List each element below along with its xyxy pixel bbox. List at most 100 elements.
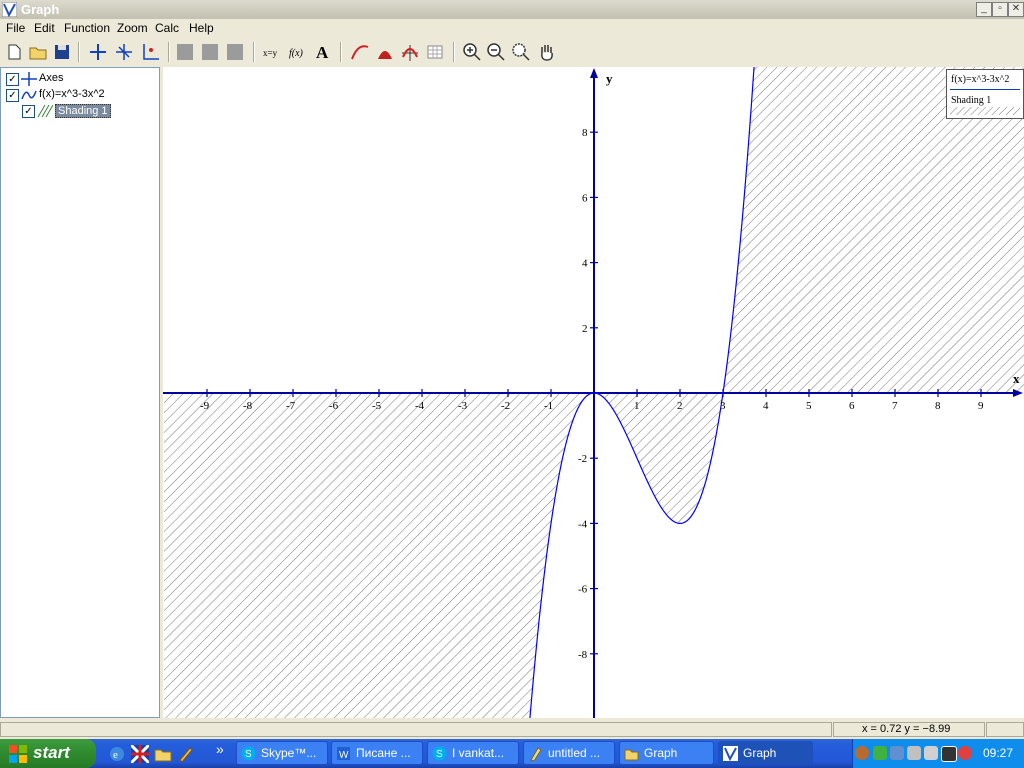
x-tick-label: -8 (243, 400, 253, 412)
x-tick-label: 5 (806, 400, 812, 412)
y-axis-arrow (590, 68, 598, 78)
axes-tool-icon[interactable] (87, 41, 109, 63)
legend[interactable]: f(x)=x^3-3x^2 Shading 1 (946, 69, 1024, 119)
save-icon[interactable] (51, 41, 73, 63)
legend-function-swatch (950, 89, 1020, 90)
function-list-panel: ✓ Axes ✓ f(x)=x^3-3x^2 ✓ Shading 1 (0, 67, 160, 718)
close-button[interactable]: ✕ (1008, 2, 1024, 17)
insert-function-icon[interactable]: f(x) (287, 41, 309, 63)
taskbar-button-label: Graph (644, 746, 678, 760)
quicklaunch-chevron[interactable]: » (216, 741, 224, 757)
x-tick-label: -9 (200, 400, 210, 412)
tree-item-axes[interactable]: ✓ Axes (5, 71, 155, 87)
x-tick-label: 9 (978, 400, 984, 412)
tree-item-label: Axes (39, 72, 64, 84)
x-tick-label: 6 (849, 400, 855, 412)
y-tick-label: -2 (578, 453, 587, 465)
insert-label-icon[interactable]: A (312, 41, 334, 63)
tray-app-icon[interactable] (941, 746, 957, 762)
x-tick-label: -5 (372, 400, 382, 412)
y-tick-label: 6 (582, 192, 588, 204)
menu-zoom[interactable]: Zoom (117, 21, 148, 35)
tray-collapse-icon[interactable] (855, 746, 869, 760)
menu-edit[interactable]: Edit (34, 21, 55, 35)
clock: 09:27 (982, 746, 1013, 760)
skype-chat-icon: S (432, 746, 447, 761)
ie-icon[interactable]: e (108, 745, 126, 763)
taskbar-button-graph-app[interactable]: Graph (718, 741, 813, 765)
y-tick-label: 4 (582, 258, 588, 270)
x-tick-label: -2 (501, 400, 510, 412)
status-pane-extra (986, 722, 1024, 737)
new-file-icon[interactable] (3, 41, 25, 63)
notepad-pencil-icon[interactable] (177, 745, 195, 763)
graph-plot[interactable]: -9 -8 -7 -6 -5 -4 -3 -2 -1 1 2 3 4 5 6 7 8 9 8 6 4 2 -2 -4 -6 -8 x… (163, 67, 1024, 718)
graph-app-icon (2, 2, 17, 17)
insert-tangent-icon[interactable] (349, 41, 371, 63)
legend-shading-label: Shading 1 (951, 95, 992, 106)
y-axis-label: y (606, 71, 613, 86)
shading-icon (37, 104, 53, 118)
shading-checkbox[interactable]: ✓ (22, 105, 35, 118)
tray-network-icon[interactable] (890, 746, 904, 760)
disabled-tool-icon (202, 44, 218, 60)
menu-bar: File Edit Function Zoom Calc Help (0, 19, 1024, 37)
paint-icon (530, 747, 542, 761)
grid-axes-icon[interactable] (113, 41, 135, 63)
tray-chrome-icon[interactable] (958, 746, 972, 760)
svg-text:A: A (316, 43, 329, 62)
menu-calc[interactable]: Calc (155, 21, 179, 35)
svg-text:x=y: x=y (263, 48, 278, 58)
curve-icon (21, 90, 37, 100)
tray-security-icon[interactable] (873, 746, 887, 760)
disabled-tool-icon (177, 44, 193, 60)
language-flag-icon[interactable] (131, 745, 149, 763)
graph-canvas[interactable]: -9 -8 -7 -6 -5 -4 -3 -2 -1 1 2 3 4 5 6 7 8 9 8 6 4 2 -2 -4 -6 -8 x… (163, 67, 1024, 718)
folder-icon[interactable] (154, 745, 172, 763)
insert-shading-icon[interactable] (374, 41, 396, 63)
x-tick-label: 4 (763, 400, 769, 412)
taskbar-button-paint[interactable]: untitled ... (523, 741, 615, 765)
function-checkbox[interactable]: ✓ (6, 89, 19, 102)
menu-function[interactable]: Function (64, 21, 110, 35)
maximize-button[interactable]: ▫ (992, 2, 1008, 17)
taskbar-button-label: Graph (743, 746, 777, 760)
move-hand-icon[interactable] (536, 41, 558, 63)
insert-point-icon[interactable] (139, 41, 161, 63)
axes-checkbox[interactable]: ✓ (6, 73, 19, 86)
title-bar: Graph _ ▫ ✕ (0, 0, 1024, 19)
x-tick-label: -7 (286, 400, 296, 412)
zoom-out-icon[interactable] (485, 41, 507, 63)
svg-text:W: W (339, 750, 349, 761)
start-button[interactable]: start (0, 739, 96, 768)
table-icon[interactable] (424, 41, 446, 63)
folder-icon (624, 749, 639, 761)
menu-file[interactable]: File (6, 21, 25, 35)
taskbar-button-skype[interactable]: S Skype™... (236, 741, 328, 765)
svg-text:f(x): f(x) (289, 48, 304, 59)
y-tick-label: 2 (582, 323, 588, 335)
x-tick-label: 7 (892, 400, 898, 412)
zoom-in-icon[interactable] (461, 41, 483, 63)
zoom-window-icon[interactable] (510, 41, 532, 63)
x-tick-label: 2 (677, 400, 683, 412)
skype-icon: S (241, 746, 256, 761)
taskbar-button-label: I vankat... (452, 746, 505, 760)
y-tick-label: -8 (578, 649, 588, 661)
point-series-icon[interactable]: x=y (261, 41, 283, 63)
tray-app-icon[interactable] (924, 746, 938, 760)
menu-help[interactable]: Help (189, 21, 214, 35)
document-icon: W (337, 747, 350, 761)
insert-relation-icon[interactable] (399, 41, 421, 63)
taskbar-button-word[interactable]: W Писане ... (331, 741, 423, 765)
x-tick-label: -1 (544, 400, 553, 412)
tree-item-function[interactable]: ✓ f(x)=x^3-3x^2 (5, 87, 155, 103)
minimize-button[interactable]: _ (976, 2, 992, 17)
taskbar-button-graph-folder[interactable]: Graph (619, 741, 714, 765)
tray-volume-icon[interactable] (907, 746, 921, 760)
taskbar-button-chat[interactable]: S I vankat... (427, 741, 519, 765)
tree-item-label: Shading 1 (55, 104, 111, 118)
open-folder-icon[interactable] (27, 41, 49, 63)
x-tick-label: 3 (720, 400, 726, 412)
tree-item-shading[interactable]: ✓ Shading 1 (21, 103, 151, 119)
